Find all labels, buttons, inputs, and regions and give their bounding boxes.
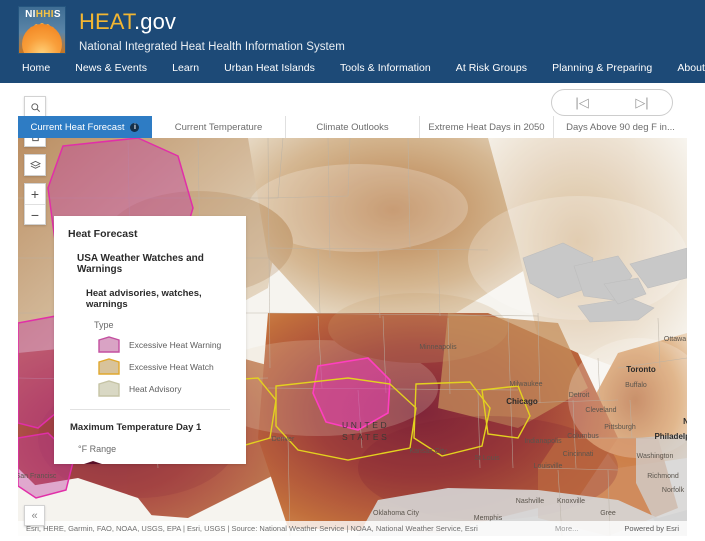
- attribution-text: Esri, HERE, Garmin, FAO, NOAA, USGS, EPA…: [26, 524, 478, 533]
- previous-page-button[interactable]: |◁: [552, 90, 612, 115]
- city-label: New York: [683, 417, 687, 426]
- city-label: Indianapolis: [524, 438, 562, 445]
- city-label: Norfolk: [662, 487, 685, 494]
- search-tool-group: [24, 96, 46, 118]
- legend-field-label: Type: [94, 320, 114, 330]
- tab-climate-outlooks[interactable]: Climate Outlooks: [286, 116, 420, 138]
- legend-section2-title: Maximum Temperature Day 1: [70, 422, 202, 433]
- tab-label: Current Heat Forecast: [30, 121, 125, 133]
- zoom-in-icon[interactable]: +: [25, 184, 45, 204]
- nav-item-news-events[interactable]: News & Events: [75, 58, 160, 78]
- polygon-swatch-icon: [84, 461, 102, 464]
- brand: NIHHIS HEAT.gov National Integrated Heat…: [18, 6, 345, 54]
- site-title-suffix: .gov: [134, 9, 176, 34]
- next-page-button[interactable]: ▷|: [612, 90, 672, 115]
- city-label: Minneapolis: [419, 344, 457, 351]
- city-label: Detroit: [569, 392, 590, 399]
- legend-layer-title: Heat advisories, watches, warnings: [86, 288, 202, 310]
- nav-item-planning-preparing[interactable]: Planning & Preparing: [552, 58, 665, 78]
- city-label: Nashville: [516, 498, 545, 505]
- zoom-in-label: +: [30, 186, 40, 202]
- nav-item-at-risk-groups[interactable]: At Risk Groups: [456, 58, 540, 78]
- country-label-line1: UNITED: [342, 420, 389, 430]
- city-label: Kansas City: [409, 448, 447, 455]
- search-icon[interactable]: [25, 97, 45, 117]
- city-label: Richmond: [647, 473, 679, 480]
- layers-icon[interactable]: [25, 155, 45, 175]
- city-label: Buffalo: [625, 382, 647, 389]
- tab-strip: Current Heat Forecast i Current Temperat…: [18, 116, 687, 138]
- city-label: Denver: [272, 436, 295, 443]
- city-label: St Louis: [474, 455, 500, 462]
- page-navigation: |◁ ▷|: [551, 89, 673, 116]
- city-label: Cincinnati: [563, 451, 594, 458]
- collapse-panel-button[interactable]: «: [24, 505, 45, 526]
- tab-current-temperature[interactable]: Current Temperature: [152, 116, 286, 138]
- city-label: Cleveland: [585, 407, 616, 414]
- city-label: Milwaukee: [509, 381, 542, 388]
- zoom-out-icon[interactable]: −: [25, 204, 45, 224]
- city-label: Columbus: [567, 433, 599, 440]
- country-label-line2: STATES: [342, 432, 389, 442]
- city-label: Washington: [637, 453, 674, 460]
- city-label: San Francisc: [18, 473, 57, 480]
- polygon-swatch-icon: [98, 380, 120, 397]
- legend-item-excessive-heat-warning: Excessive Heat Warning: [98, 336, 232, 353]
- attribution-more[interactable]: More...: [555, 524, 578, 533]
- polygon-swatch-icon: [98, 358, 120, 375]
- nihhis-sun-logo: NIHHIS: [18, 6, 66, 54]
- legend-title: Heat Forecast: [68, 228, 138, 240]
- legend-divider: [70, 409, 230, 410]
- city-label: Oklahoma City: [373, 510, 419, 517]
- app-body: |◁ ▷| Current Heat Forecast i Current Te…: [0, 83, 705, 541]
- map-widget: |◁ ▷| Current Heat Forecast i Current Te…: [18, 88, 687, 536]
- legend-section2-field: °F Range: [78, 444, 117, 454]
- city-label: Chicago: [506, 397, 538, 406]
- legend-item-label: Excessive Heat Watch: [129, 361, 214, 372]
- polygon-swatch-icon: [98, 336, 120, 353]
- tab-extreme-heat-days-2050[interactable]: Extreme Heat Days in 2050: [420, 116, 554, 138]
- city-label: Toronto: [626, 365, 656, 374]
- site-tagline: National Integrated Heat Health Informat…: [79, 41, 345, 54]
- city-label: Philadelphia: [654, 432, 687, 441]
- layers-tool-group: [24, 154, 46, 176]
- tab-current-heat-forecast[interactable]: Current Heat Forecast i: [18, 116, 152, 138]
- legend-range-label: 120 to 150: [112, 463, 152, 464]
- zoom-tool-group: + −: [24, 183, 46, 225]
- legend-item-excessive-heat-watch: Excessive Heat Watch: [98, 358, 232, 375]
- nav-item-learn[interactable]: Learn: [172, 58, 212, 78]
- attribution-bar: Esri, HERE, Garmin, FAO, NOAA, USGS, EPA…: [18, 521, 687, 536]
- legend-range-120-150: 120 to 150: [84, 461, 232, 464]
- nav-item-home[interactable]: Home: [22, 58, 63, 78]
- nav-item-tools-information[interactable]: Tools & Information: [340, 58, 444, 78]
- legend-item-label: Excessive Heat Warning: [129, 339, 222, 350]
- site-title-main: HEAT: [79, 9, 135, 34]
- legend-panel[interactable]: Heat Forecast USA Weather Watches and Wa…: [54, 216, 246, 464]
- site-header: NIHHIS HEAT.gov National Integrated Heat…: [0, 0, 705, 83]
- zoom-out-label: −: [30, 206, 40, 223]
- city-label: Ottawa: [664, 336, 686, 343]
- powered-by-esri[interactable]: Powered by Esri: [624, 524, 679, 533]
- main-navigation: Home News & Events Learn Urban Heat Isla…: [22, 58, 705, 78]
- city-label: Louisville: [534, 463, 563, 470]
- nav-item-about[interactable]: About: [677, 58, 705, 78]
- logo-wordmark: NIHHIS: [25, 9, 61, 20]
- nav-item-urban-heat-islands[interactable]: Urban Heat Islands: [224, 58, 328, 78]
- legend-service-title: USA Weather Watches and Warnings: [77, 253, 204, 275]
- legend-item-label: Heat Advisory: [129, 383, 182, 394]
- site-title[interactable]: HEAT.gov: [79, 10, 345, 33]
- tab-days-above-90-deg-f[interactable]: Days Above 90 deg F in...: [554, 116, 687, 138]
- city-label: Pittsburgh: [604, 424, 636, 431]
- info-icon[interactable]: i: [130, 122, 140, 132]
- city-label: Gree: [600, 510, 616, 517]
- legend-item-heat-advisory: Heat Advisory: [98, 380, 232, 397]
- city-label: Knoxville: [557, 498, 585, 505]
